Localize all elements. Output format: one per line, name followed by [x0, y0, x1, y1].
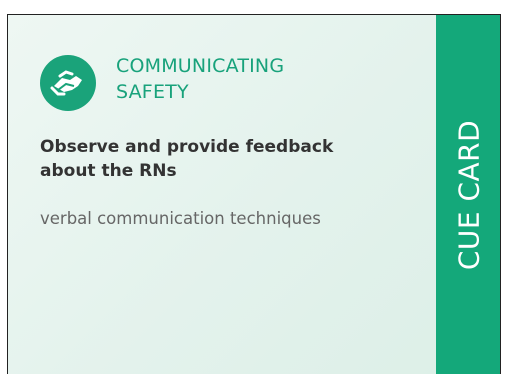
card-title-line-2: SAFETY: [116, 81, 189, 103]
card-heading-line-2: about the RNs: [40, 161, 177, 181]
card-title: COMMUNICATING SAFETY: [116, 53, 284, 105]
card-heading: Observe and provide feedback about the R…: [40, 135, 380, 183]
card-title-line-1: COMMUNICATING: [116, 55, 285, 77]
card-heading-line-1: Observe and provide feedback: [40, 137, 334, 157]
cue-card: COMMUNICATING SAFETY Observe and provide…: [7, 14, 501, 374]
cue-card-tab-label: CUE CARD: [452, 119, 486, 270]
card-header: COMMUNICATING SAFETY: [40, 53, 284, 111]
cue-card-tab: CUE CARD: [436, 15, 500, 374]
handshake-icon: [40, 55, 96, 111]
card-content: COMMUNICATING SAFETY Observe and provide…: [8, 15, 436, 374]
card-subtext: verbal communication techniques: [40, 209, 321, 228]
